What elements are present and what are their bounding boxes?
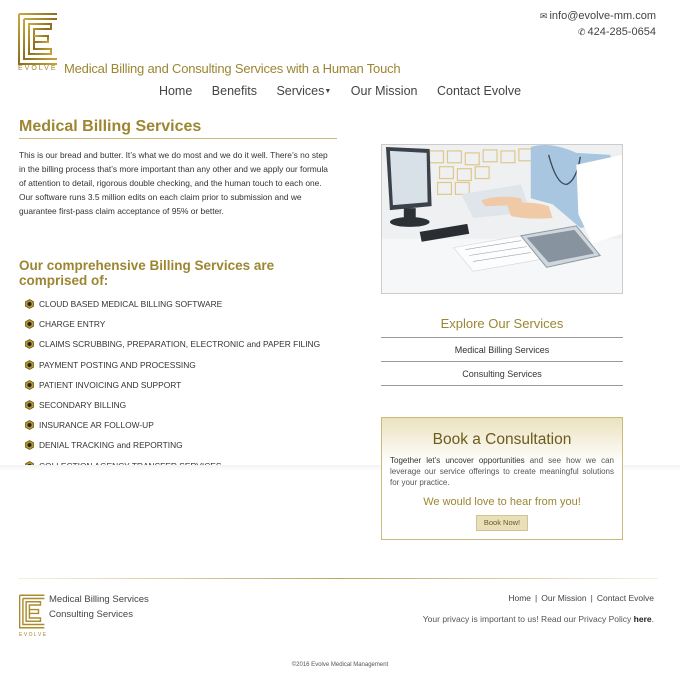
list-item-label: CLOUD BASED MEDICAL BILLING SOFTWARE <box>39 299 223 310</box>
book-description: Together let’s uncover opportunities and… <box>382 449 622 488</box>
footer-link-consulting[interactable]: Consulting Services <box>49 607 149 622</box>
logo-wordmark: EVOLVE <box>18 65 58 72</box>
hexagon-bullet-icon <box>25 400 34 410</box>
privacy-end: . <box>651 614 654 624</box>
hexagon-bullet-icon <box>25 440 34 451</box>
explore-title: Explore Our Services <box>381 316 623 338</box>
list-item: CHARGE ENTRY <box>25 314 337 334</box>
email-link[interactable]: info@evolve-mm.com <box>549 10 656 22</box>
hexagon-bullet-icon <box>25 319 34 330</box>
footer-nav-separator: | <box>535 593 538 603</box>
nav-contact-evolve[interactable]: Contact Evolve <box>437 84 521 98</box>
hexagon-bullet-icon <box>25 379 34 390</box>
phone-icon: ✆ <box>577 27 586 37</box>
privacy-policy-link[interactable]: here <box>634 614 652 624</box>
footer-nav-separator: | <box>590 593 593 603</box>
list-item: PAYMENT POSTING AND PROCESSING <box>25 355 337 375</box>
list-item-label: SECONDARY BILLING <box>39 400 127 411</box>
hexagon-bullet-icon <box>25 339 34 350</box>
explore-item-medical-billing[interactable]: Medical Billing Services <box>381 338 623 362</box>
evolve-logo[interactable] <box>18 5 58 73</box>
footer-logo-wordmark: EVOLVE <box>19 632 48 638</box>
services-list-title: Our comprehensive Billing Services are c… <box>19 258 275 288</box>
hexagon-bullet-icon <box>25 420 34 431</box>
footer-nav-contact-evolve[interactable]: Contact Evolve <box>597 593 654 603</box>
list-item: CLAIMS SCRUBBING, PREPARATION, ELECTRONI… <box>25 334 337 354</box>
book-consultation-box: Book a Consultation Together let’s uncov… <box>381 417 623 540</box>
list-item-label: CLAIMS SCRUBBING, PREPARATION, ELECTRONI… <box>39 339 321 350</box>
footer-divider <box>18 578 658 579</box>
site-tagline: Medical Billing and Consulting Services … <box>64 61 401 76</box>
nav-our-mission[interactable]: Our Mission <box>351 84 418 98</box>
page-title: Medical Billing Services <box>19 118 337 139</box>
nav-services[interactable]: Services▼ <box>276 84 331 98</box>
nav-benefits[interactable]: Benefits <box>212 84 257 98</box>
hexagon-bullet-icon <box>25 299 34 310</box>
book-now-button[interactable]: Book Now! <box>476 515 528 531</box>
list-item-label: INSURANCE AR FOLLOW-UP <box>39 420 154 431</box>
main-nav: Home Benefits Services▼ Our Mission Cont… <box>0 84 680 98</box>
footer-nav: Home | Our Mission | Contact Evolve <box>508 593 654 603</box>
caret-down-icon: ▼ <box>324 88 332 96</box>
billing-intro: This is our bread and butter. It’s what … <box>19 150 328 216</box>
explore-services: Explore Our Services Medical Billing Ser… <box>381 316 623 386</box>
book-invite: We would love to hear from you! <box>423 496 581 508</box>
list-item: SECONDARY BILLING <box>25 395 337 415</box>
footer-nav-our-mission[interactable]: Our Mission <box>541 593 586 603</box>
copyright: ©2016 Evolve Medical Management <box>291 662 389 668</box>
footer-service-links: Medical Billing Services Consulting Serv… <box>49 592 149 622</box>
billing-section: Medical Billing Services This is our bre… <box>19 118 337 476</box>
list-item-label: CHARGE ENTRY <box>39 319 106 330</box>
book-title: Book a Consultation <box>432 431 572 448</box>
footer-link-medical-billing[interactable]: Medical Billing Services <box>49 592 149 607</box>
list-item-label: DENIAL TRACKING and REPORTING <box>39 440 183 451</box>
book-text-emphasis: Together let’s uncover opportunities <box>390 456 525 465</box>
services-list: CLOUD BASED MEDICAL BILLING SOFTWARE CHA… <box>25 294 337 476</box>
office-computer-photo <box>381 144 623 294</box>
hexagon-bullet-icon <box>25 359 34 370</box>
footer-evolve-logo[interactable] <box>19 592 45 631</box>
envelope-icon: ✉ <box>539 11 548 21</box>
list-item-label: PAYMENT POSTING AND PROCESSING <box>39 359 196 370</box>
email-line[interactable]: ✉ info@evolve-mm.com <box>540 8 656 24</box>
privacy-notice: Your privacy is important to us! Read ou… <box>423 614 654 624</box>
phone-line[interactable]: ✆ 424-285-0654 <box>540 24 656 40</box>
list-item-label: PATIENT INVOICING AND SUPPORT <box>39 379 182 390</box>
list-item: INSURANCE AR FOLLOW-UP <box>25 415 337 435</box>
list-item: CLOUD BASED MEDICAL BILLING SOFTWARE <box>25 294 337 314</box>
header-contact: ✉ info@evolve-mm.com ✆ 424-285-0654 <box>540 8 656 40</box>
explore-item-consulting[interactable]: Consulting Services <box>381 362 623 386</box>
list-item: DENIAL TRACKING and REPORTING <box>25 435 337 455</box>
nav-services-label: Services <box>276 84 325 98</box>
phone-link[interactable]: 424-285-0654 <box>587 26 656 38</box>
nav-home[interactable]: Home <box>159 84 192 98</box>
list-item: PATIENT INVOICING AND SUPPORT <box>25 375 337 395</box>
footer-nav-home[interactable]: Home <box>508 593 531 603</box>
privacy-text: Your privacy is important to us! Read ou… <box>422 614 634 624</box>
